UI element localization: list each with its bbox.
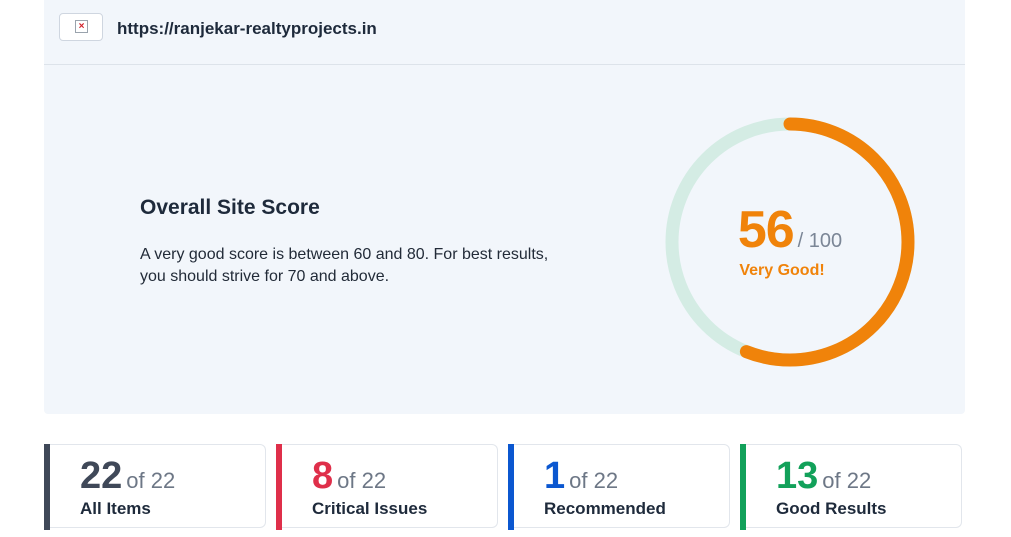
score-gauge: 56/ 100 Very Good! [664, 116, 916, 368]
stat-accent-bar [44, 444, 50, 530]
score-grade: Very Good! [739, 262, 825, 279]
stat-label: Critical Issues [312, 499, 428, 518]
stat-count: 22 of 22 [80, 455, 175, 502]
stat-of-total: of 22 [569, 468, 619, 493]
stat-count-value: 22 [80, 455, 123, 497]
site-url: https://ranjekar-realtyprojects.in [117, 19, 377, 38]
score-value: 56 [737, 201, 795, 259]
stat-card-all-items[interactable]: 22 of 22 All Items [44, 444, 266, 530]
stat-card-good-results[interactable]: 13 of 22 Good Results [740, 444, 962, 530]
stat-count: 13 of 22 [776, 455, 871, 502]
stat-of-total: of 22 [337, 468, 387, 493]
stat-accent-bar [740, 444, 746, 530]
stat-of-total: of 22 [822, 468, 872, 493]
score-max: / 100 [797, 230, 843, 252]
score-description: A very good score is between 60 and 80. … [140, 246, 549, 285]
stat-count-value: 1 [544, 455, 566, 497]
score-center: 56/ 100 Very Good! [664, 200, 916, 280]
stat-count: 1 of 22 [544, 455, 618, 502]
site-header: × https://ranjekar-realtyprojects.in [44, 0, 965, 65]
stat-label: All Items [80, 499, 151, 518]
stat-label: Good Results [776, 499, 887, 518]
site-favicon: × [59, 13, 103, 41]
score-title: Overall Site Score [140, 196, 320, 219]
score-panel: × https://ranjekar-realtyprojects.in Ove… [44, 0, 965, 414]
stat-accent-bar [276, 444, 282, 530]
stat-card-recommended[interactable]: 1 of 22 Recommended [508, 444, 730, 530]
stat-of-total: of 22 [126, 468, 176, 493]
stat-card-critical-issues[interactable]: 8 of 22 Critical Issues [276, 444, 498, 530]
stat-count-value: 8 [312, 455, 334, 497]
stat-label: Recommended [544, 499, 666, 518]
stat-count-value: 13 [776, 455, 819, 497]
broken-image-icon: × [75, 20, 88, 33]
stat-count: 8 of 22 [312, 455, 386, 502]
stat-accent-bar [508, 444, 514, 530]
